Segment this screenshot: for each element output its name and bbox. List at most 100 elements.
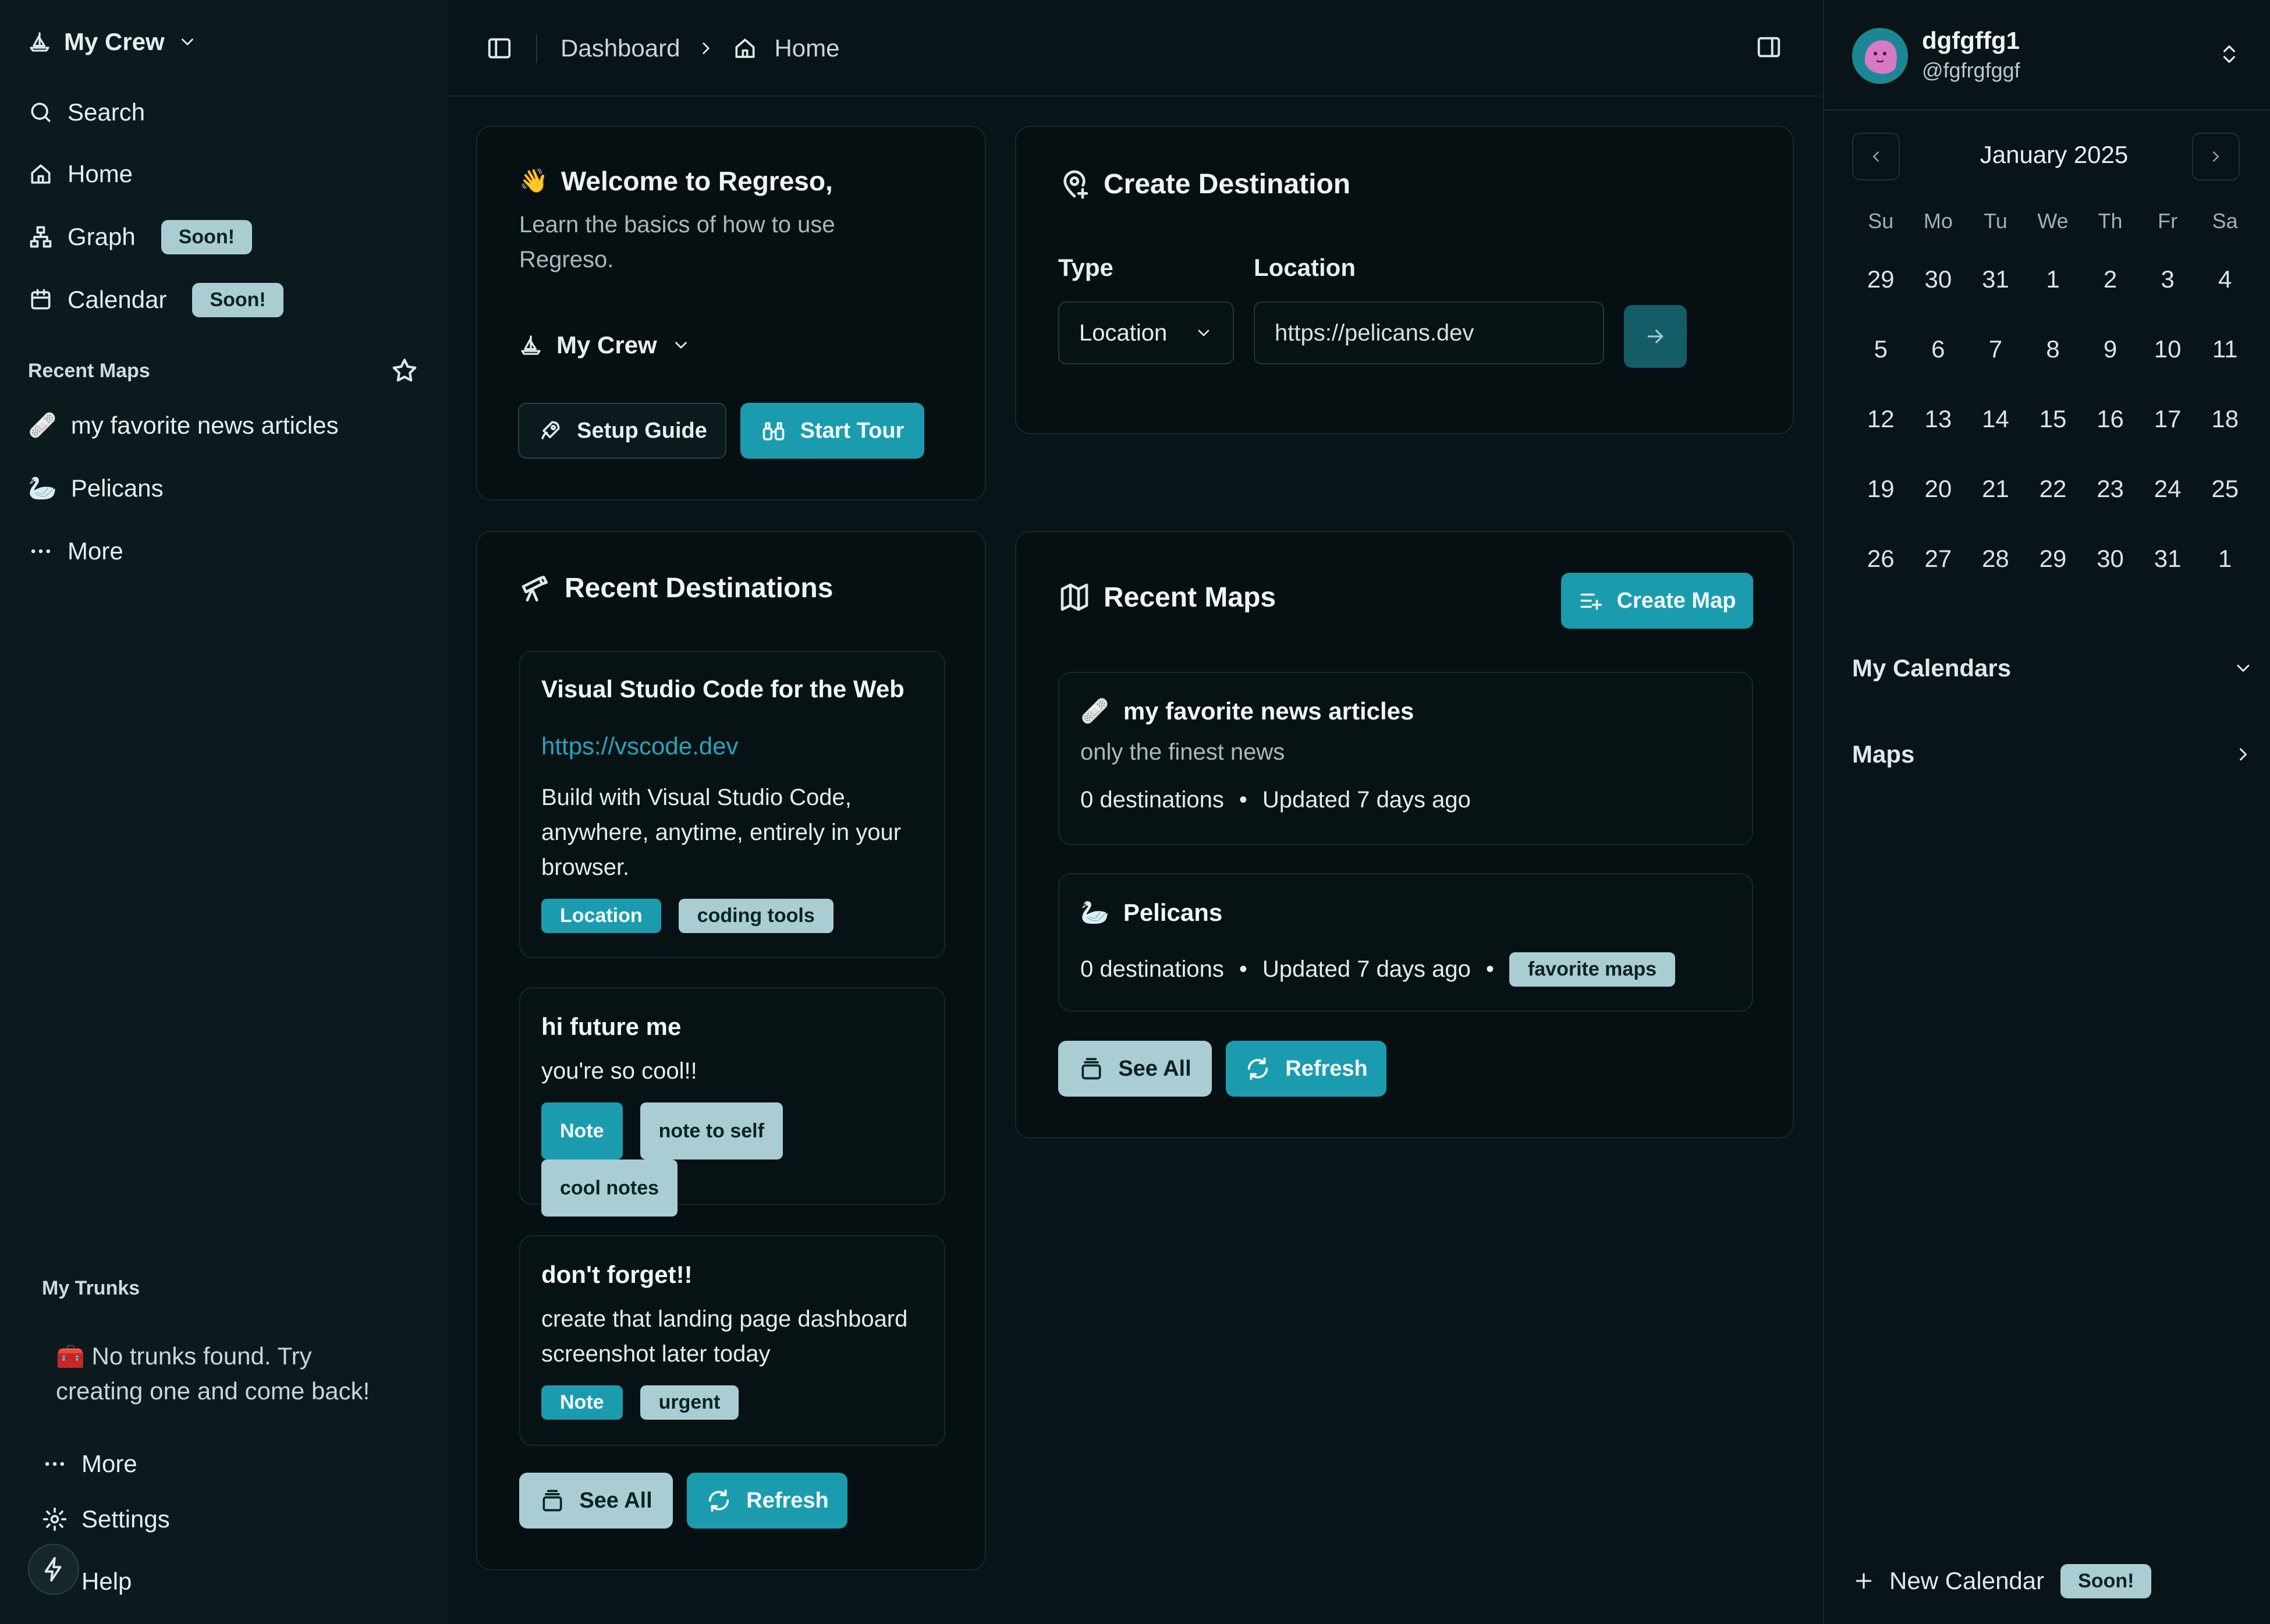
sidebar-bottom-more[interactable]: More — [42, 1444, 137, 1484]
tag-badge[interactable]: Note — [541, 1102, 623, 1160]
calendar-day[interactable]: 17 — [2139, 384, 2197, 454]
calendar-day[interactable]: 31 — [2139, 524, 2197, 594]
sidebar-item-search[interactable]: Search — [28, 92, 145, 133]
calendar-day[interactable]: 11 — [2196, 314, 2254, 384]
user-menu[interactable]: dgfgffg1 @fgfrgfggf — [1824, 0, 2270, 111]
welcome-crew-selector[interactable]: My Crew — [519, 325, 691, 366]
calendar-day[interactable]: 8 — [2024, 314, 2082, 384]
tag-badge[interactable]: cool notes — [541, 1160, 678, 1217]
tag-badge[interactable]: coding tools — [678, 899, 833, 933]
calendar-day[interactable]: 26 — [1852, 524, 1910, 594]
calendar-day[interactable]: 18 — [2196, 384, 2254, 454]
destination-card-vscode[interactable]: Visual Studio Code for the Web https://v… — [519, 651, 945, 958]
sidebar-item-graph[interactable]: Graph Soon! — [28, 217, 253, 257]
tag-badge[interactable]: note to self — [640, 1102, 783, 1160]
calendar-day[interactable]: 15 — [2024, 384, 2082, 454]
calendar-day[interactable]: 5 — [1852, 314, 1910, 384]
type-select[interactable]: Location — [1058, 302, 1234, 364]
calendar-day[interactable]: 31 — [1967, 244, 2024, 314]
calendar-day[interactable]: 30 — [1910, 244, 1967, 314]
next-month-button[interactable] — [2192, 133, 2240, 180]
sidebar-toggle-icon[interactable] — [486, 35, 513, 62]
submit-destination-button[interactable] — [1624, 305, 1687, 368]
calendar-day[interactable]: 16 — [2081, 384, 2139, 454]
dot-separator: • — [1239, 956, 1247, 982]
setup-guide-button[interactable]: Setup Guide — [518, 403, 726, 459]
calendar-day[interactable]: 12 — [1852, 384, 1910, 454]
sidebar-item-calendar[interactable]: Calendar Soon! — [28, 279, 283, 320]
map-card-news[interactable]: 🩹 my favorite news articles only the fin… — [1058, 672, 1753, 845]
tag-badge[interactable]: urgent — [640, 1385, 739, 1420]
type-select-value: Location — [1079, 320, 1168, 346]
calendar-day[interactable]: 28 — [1967, 524, 2024, 594]
destination-card-dont-forget[interactable]: don't forget!! create that landing page … — [519, 1235, 945, 1446]
calendar-day[interactable]: 2 — [2081, 244, 2139, 314]
destination-url-link[interactable]: https://vscode.dev — [541, 732, 739, 760]
see-all-label: See All — [1118, 1056, 1191, 1081]
see-all-destinations-button[interactable]: See All — [519, 1473, 673, 1529]
map-card-pelicans[interactable]: 🦢 Pelicans 0 destinations • Updated 7 da… — [1058, 873, 1753, 1012]
map-meta: 0 destinations • Updated 7 days ago — [1080, 787, 1471, 813]
map-title-row: 🩹 my favorite news articles — [1080, 697, 1414, 725]
create-map-button[interactable]: Create Map — [1561, 573, 1753, 629]
calendar-day[interactable]: 25 — [2196, 454, 2254, 524]
sidebar-item-home[interactable]: Home — [28, 154, 133, 194]
calendar-day[interactable]: 6 — [1910, 314, 1967, 384]
weekday-header: Tu — [1984, 209, 2007, 233]
right-panel-toggle-icon[interactable] — [1755, 34, 1782, 61]
setup-guide-label: Setup Guide — [577, 418, 707, 443]
calendar-day[interactable]: 27 — [1910, 524, 1967, 594]
recent-destinations-card: Recent Destinations Visual Studio Code f… — [476, 531, 986, 1570]
location-input[interactable]: https://pelicans.dev — [1254, 302, 1604, 364]
start-tour-button[interactable]: Start Tour — [740, 403, 924, 459]
rocket-icon — [537, 418, 563, 444]
calendar-day[interactable]: 29 — [2024, 524, 2082, 594]
calendar-day[interactable]: 21 — [1967, 454, 2024, 524]
sidebar-map-news[interactable]: 🩹 my favorite news articles — [28, 405, 339, 446]
calendar-day[interactable]: 24 — [2139, 454, 2197, 524]
breadcrumb-dashboard[interactable]: Dashboard — [561, 34, 680, 62]
new-calendar-button[interactable]: New Calendar Soon! — [1852, 1560, 2152, 1602]
calendar-day[interactable]: 20 — [1910, 454, 1967, 524]
tag-badge[interactable]: favorite maps — [1509, 952, 1676, 987]
crew-switcher[interactable]: My Crew — [28, 23, 197, 61]
refresh-destinations-button[interactable]: Refresh — [687, 1473, 847, 1529]
calendar-day[interactable]: 22 — [2024, 454, 2082, 524]
star-icon[interactable] — [390, 356, 419, 385]
calendar-day[interactable]: 4 — [2196, 244, 2254, 314]
weekday-header: We — [2037, 209, 2069, 233]
user-handle: @fgfrgfggf — [1922, 58, 2020, 82]
chevron-down-icon — [178, 32, 197, 52]
calendar-day[interactable]: 29 — [1852, 244, 1910, 314]
sidebar-settings[interactable]: Settings — [42, 1499, 170, 1540]
calendar-day[interactable]: 1 — [2196, 524, 2254, 594]
see-all-maps-button[interactable]: See All — [1058, 1041, 1212, 1097]
sidebar-more[interactable]: More — [28, 531, 123, 572]
destination-title: don't forget!! — [541, 1261, 693, 1288]
previous-month-button[interactable] — [1852, 133, 1900, 180]
quick-action-button[interactable] — [28, 1544, 79, 1595]
calendar-day[interactable]: 9 — [2081, 314, 2139, 384]
destination-card-future-me[interactable]: hi future me you're so cool!! Note note t… — [519, 987, 945, 1217]
map-destination-count: 0 destinations — [1080, 956, 1224, 982]
breadcrumb-home[interactable]: Home — [774, 34, 839, 62]
calendar-day[interactable]: 30 — [2081, 524, 2139, 594]
calendar-day[interactable]: 10 — [2139, 314, 2197, 384]
refresh-maps-button[interactable]: Refresh — [1226, 1041, 1386, 1097]
sidebar-map-pelicans[interactable]: 🦢 Pelicans — [28, 468, 164, 509]
calendar-day[interactable]: 14 — [1967, 384, 2024, 454]
calendar-day[interactable]: 13 — [1910, 384, 1967, 454]
calendar-day[interactable]: 23 — [2081, 454, 2139, 524]
calendar-day[interactable]: 7 — [1967, 314, 2024, 384]
tag-badge[interactable]: Note — [541, 1385, 623, 1420]
tag-badge[interactable]: Location — [541, 899, 661, 933]
maps-section[interactable]: Maps — [1852, 731, 2254, 778]
my-calendars-section[interactable]: My Calendars — [1852, 645, 2254, 692]
destination-title: hi future me — [541, 1013, 682, 1040]
plus-icon — [1852, 1569, 1875, 1593]
calendar-day[interactable]: 3 — [2139, 244, 2197, 314]
calendar-day[interactable]: 19 — [1852, 454, 1910, 524]
soon-badge: Soon! — [192, 282, 283, 317]
calendar-day[interactable]: 1 — [2024, 244, 2082, 314]
recent-maps-title: Recent Maps — [1058, 581, 1276, 614]
